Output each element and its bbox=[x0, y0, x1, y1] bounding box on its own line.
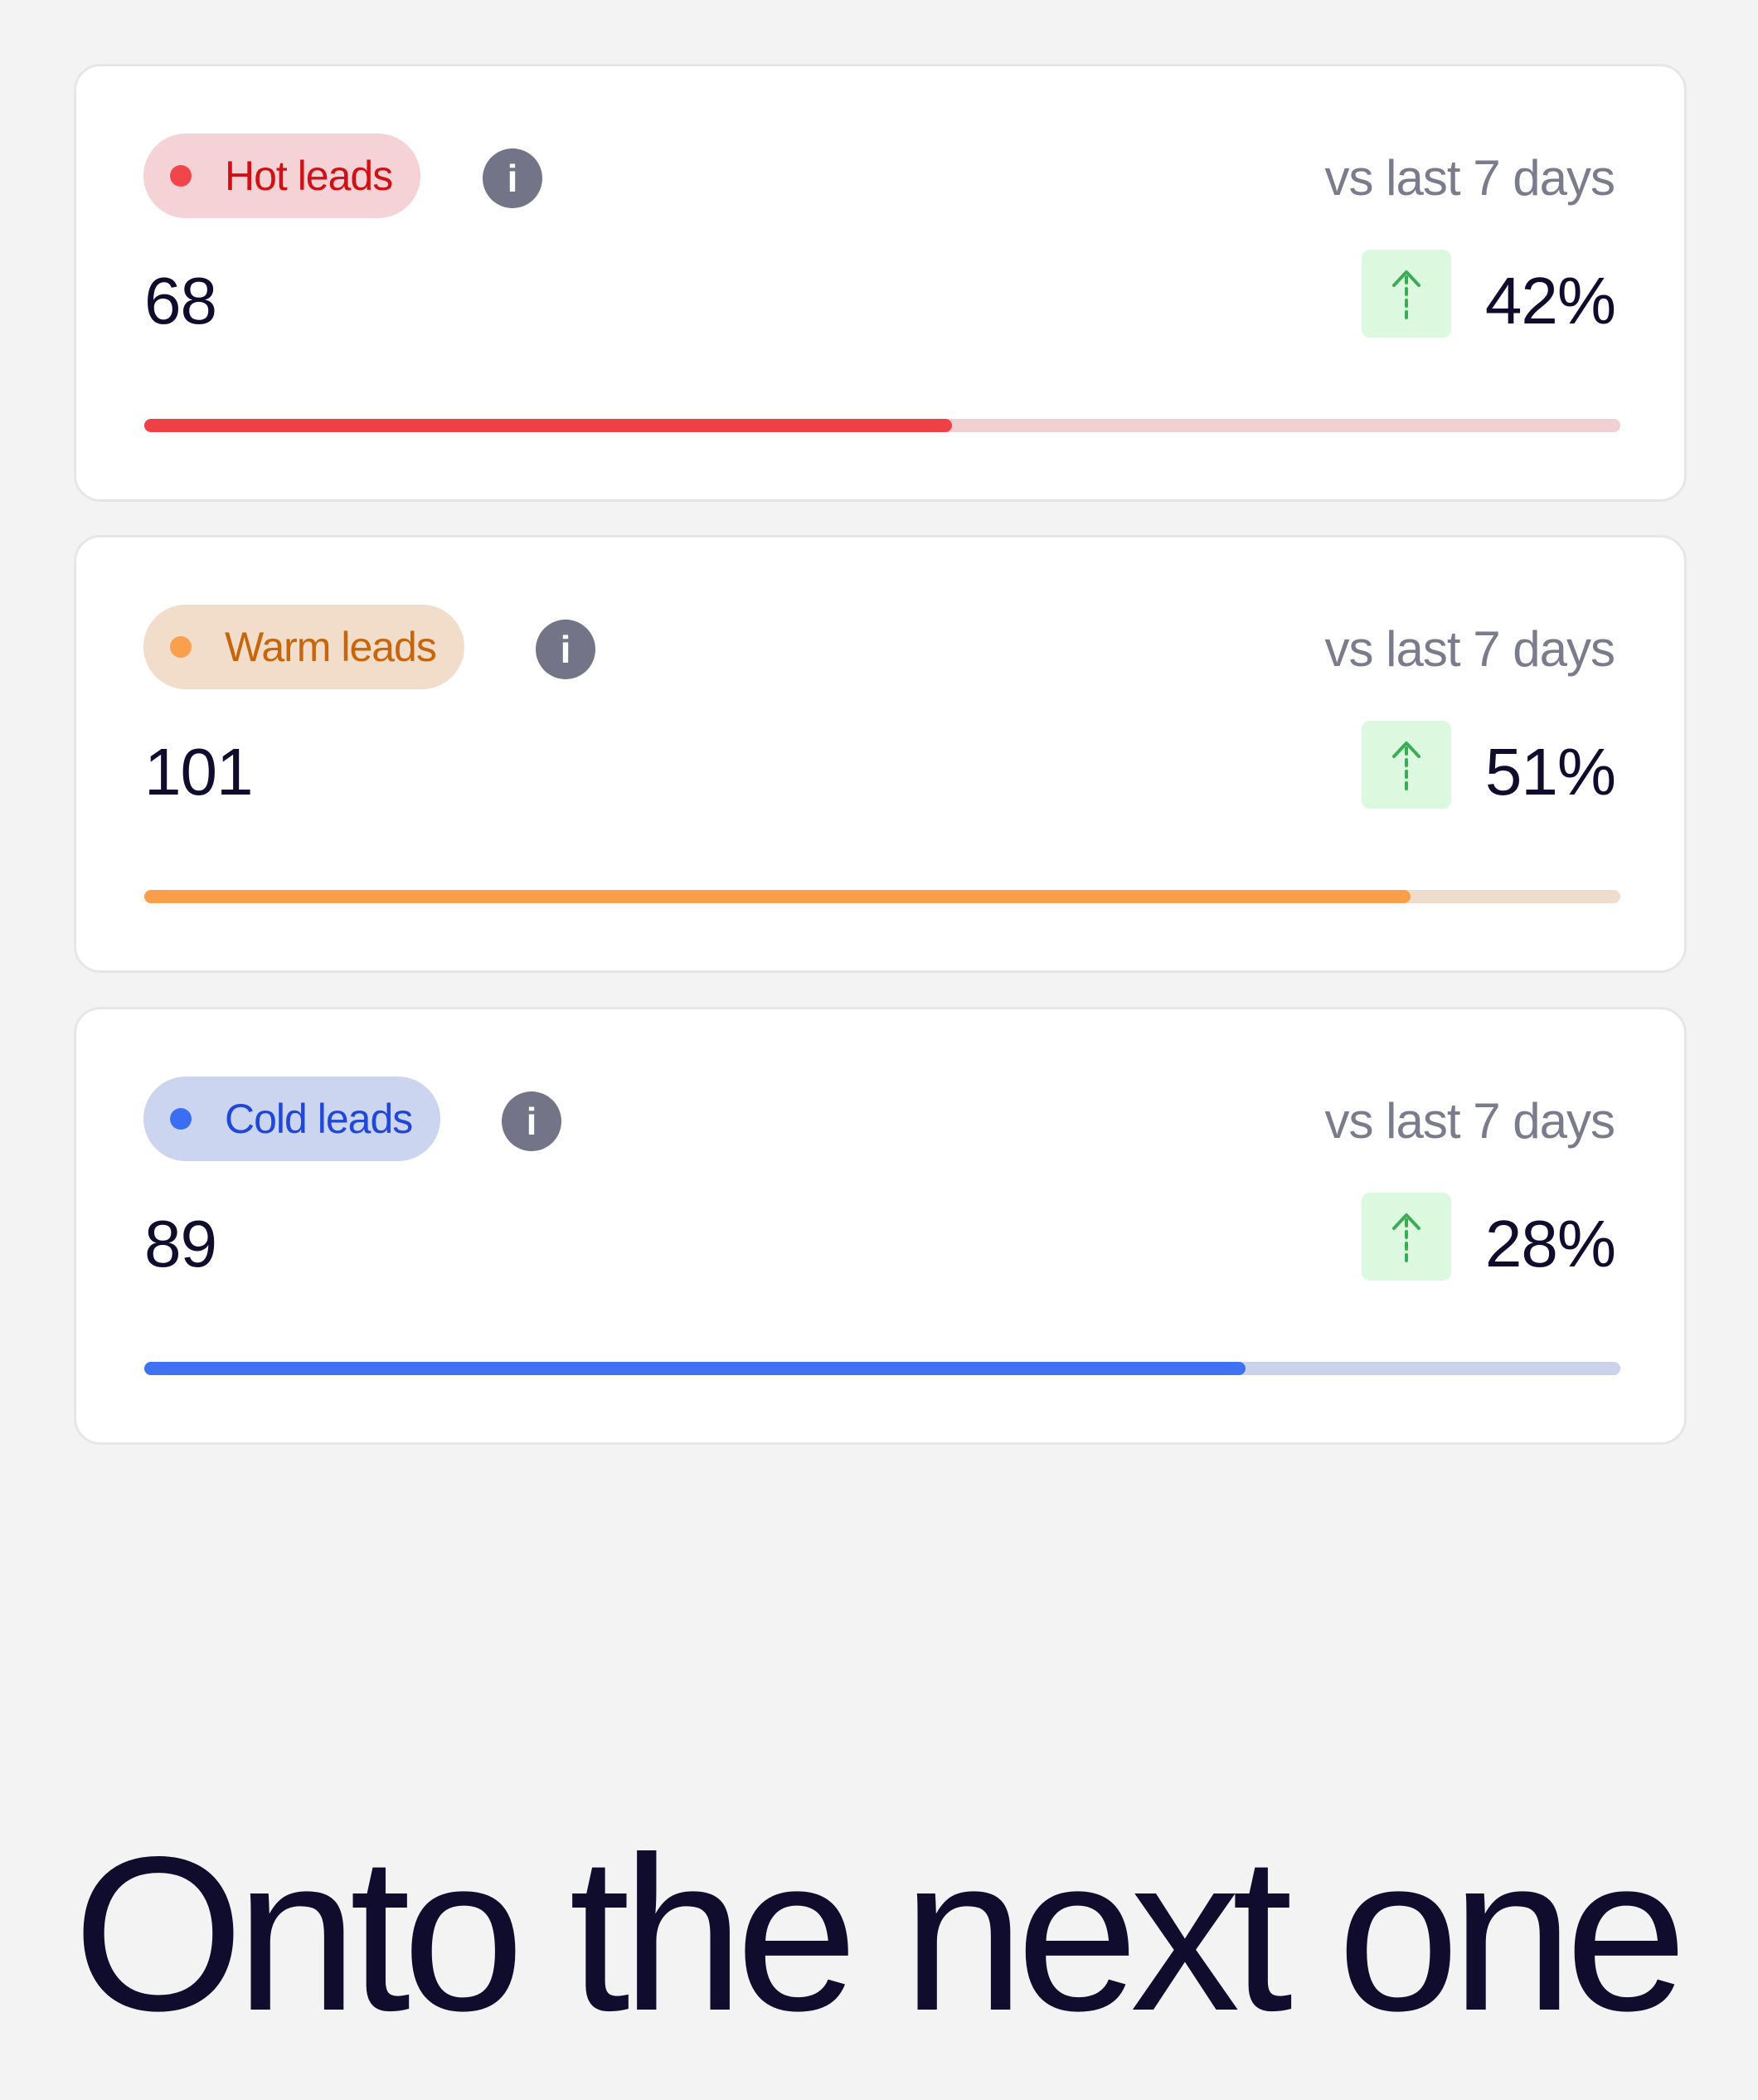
progress-track bbox=[144, 890, 1620, 903]
arrow-up-icon bbox=[1392, 270, 1420, 319]
arrow-up-icon bbox=[1392, 741, 1420, 790]
arrow-up-icon bbox=[1392, 1213, 1420, 1262]
lead-card-warm: Warm leads i vs last 7 days 101 51% bbox=[74, 535, 1687, 973]
comparison-period: vs last 7 days bbox=[1324, 150, 1615, 206]
progress-fill bbox=[144, 419, 952, 432]
lead-tag-hot[interactable]: Hot leads bbox=[143, 134, 421, 218]
status-dot bbox=[170, 636, 192, 658]
comparison-period: vs last 7 days bbox=[1324, 1093, 1615, 1149]
change-percent: 42% bbox=[1484, 264, 1616, 338]
status-dot bbox=[170, 1108, 192, 1130]
status-dot bbox=[170, 165, 192, 187]
info-icon[interactable]: i bbox=[483, 148, 542, 208]
lead-tag-label: Hot leads bbox=[225, 153, 393, 199]
progress-fill bbox=[144, 890, 1411, 903]
change-percent: 51% bbox=[1484, 735, 1616, 809]
lead-tag-label: Cold leads bbox=[225, 1096, 413, 1142]
change-percent: 28% bbox=[1484, 1207, 1616, 1281]
comparison-period: vs last 7 days bbox=[1324, 621, 1615, 677]
progress-track bbox=[144, 1362, 1620, 1375]
lead-count: 89 bbox=[144, 1207, 217, 1281]
trend-badge bbox=[1362, 721, 1451, 809]
info-icon[interactable]: i bbox=[502, 1091, 561, 1151]
lead-tag-label: Warm leads bbox=[225, 624, 437, 670]
headline: Onto the next one bbox=[73, 1811, 1688, 2057]
lead-count: 101 bbox=[144, 735, 253, 809]
lead-card-hot: Hot leads i vs last 7 days 68 42% bbox=[74, 64, 1687, 502]
info-icon[interactable]: i bbox=[536, 620, 595, 679]
lead-count: 68 bbox=[144, 264, 217, 338]
progress-fill bbox=[144, 1362, 1246, 1375]
trend-badge bbox=[1362, 250, 1451, 338]
lead-card-cold: Cold leads i vs last 7 days 89 28% bbox=[74, 1007, 1687, 1445]
lead-tag-cold[interactable]: Cold leads bbox=[143, 1077, 441, 1161]
trend-badge bbox=[1362, 1193, 1451, 1281]
progress-track bbox=[144, 419, 1620, 432]
lead-tag-warm[interactable]: Warm leads bbox=[143, 605, 464, 689]
